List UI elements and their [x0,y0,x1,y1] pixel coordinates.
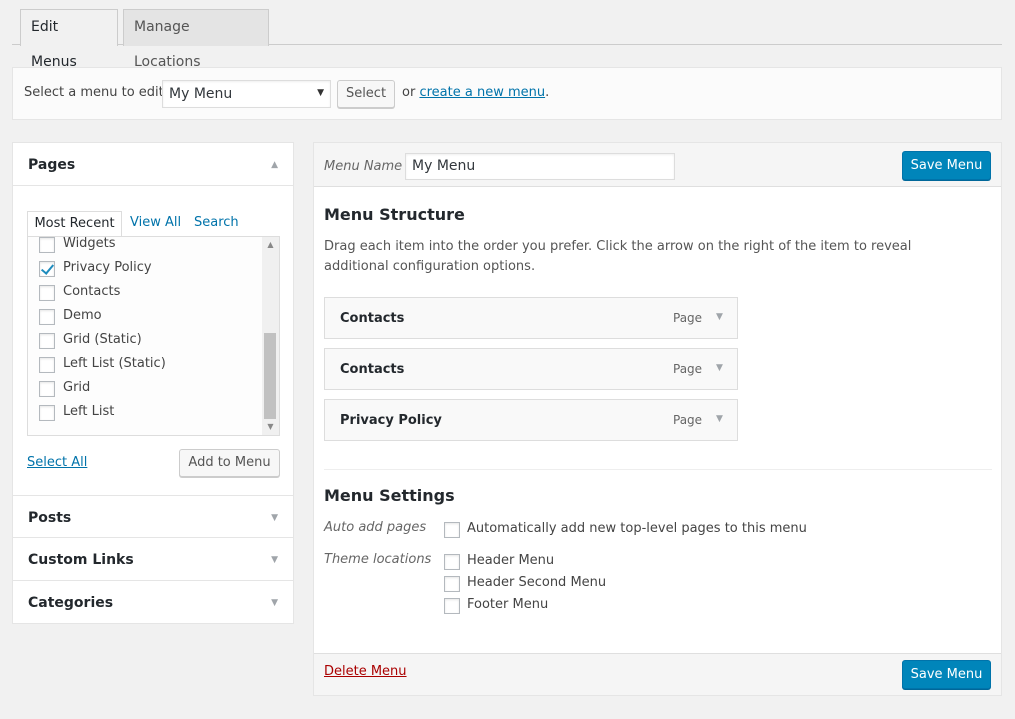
pages-subtabs: Most Recent View All Search [27,211,280,237]
scroll-down-arrow-icon[interactable]: ▼ [262,419,279,435]
posts-section-header[interactable]: Posts ▼ [13,495,293,538]
scroll-thumb[interactable] [264,333,276,419]
menu-editor-header: Menu Name My Menu Save Menu [314,143,1001,187]
pages-section-header[interactable]: Pages ▲ [13,143,293,186]
create-new-menu-link[interactable]: create a new menu [419,85,545,100]
checkbox[interactable] [39,381,55,397]
categories-section-header[interactable]: Categories ▼ [13,581,293,624]
categories-section-title: Categories [28,595,114,611]
checkbox[interactable] [444,576,460,592]
page-item-label: Widgets [63,236,116,251]
tab-view-all[interactable]: View All [130,211,181,237]
create-menu-text: or create a new menu. [402,85,549,100]
tab-manage-locations[interactable]: Manage Locations [123,9,269,70]
checkbox[interactable] [444,522,460,538]
expand-arrow-icon: ▼ [271,555,278,565]
expand-arrow-icon: ▼ [271,598,278,608]
checkbox[interactable] [39,237,55,253]
page-item-label: Privacy Policy [63,260,152,275]
location-label: Header Menu [467,553,555,568]
page-item-label: Contacts [63,284,121,299]
checkbox[interactable] [444,554,460,570]
menu-item-title: Contacts [340,311,405,326]
menu-select-value: My Menu [169,86,233,102]
period-text: . [545,85,550,100]
custom-links-section-header[interactable]: Custom Links ▼ [13,538,293,581]
menu-item-type: Page [673,413,703,427]
checkbox[interactable] [39,333,55,349]
save-menu-button-top[interactable]: Save Menu [902,151,991,180]
select-button[interactable]: Select [337,80,395,108]
custom-links-section-title: Custom Links [28,552,134,568]
expand-arrow-icon[interactable]: ▼ [716,363,723,373]
expand-arrow-icon: ▼ [271,513,278,523]
tab-most-recent[interactable]: Most Recent [27,211,122,237]
menu-item[interactable]: Contacts Page ▼ [324,297,738,339]
menu-structure-title: Menu Structure [324,205,465,224]
page-item-label: Grid [63,380,91,395]
pages-section-title: Pages [28,157,76,173]
save-menu-button-bottom[interactable]: Save Menu [902,660,991,689]
location-label: Footer Menu [467,597,549,612]
menu-name-input[interactable]: My Menu [405,153,675,180]
theme-locations-label: Theme locations [324,552,432,567]
page-item-label: Grid (Static) [63,332,142,347]
add-to-menu-button[interactable]: Add to Menu [179,449,280,477]
menu-structure-description: Drag each item into the order you prefer… [324,239,912,274]
menu-item[interactable]: Privacy Policy Page ▼ [324,399,738,441]
delete-menu-link[interactable]: Delete Menu [324,664,407,679]
pages-checklist: Widgets Privacy Policy Contacts Demo Gri… [27,236,280,436]
select-menu-bar: Select a menu to edit: My Menu ▼ Select … [12,67,1002,120]
checkbox[interactable] [39,405,55,421]
scroll-up-arrow-icon[interactable]: ▲ [262,237,279,253]
posts-section-title: Posts [28,510,72,526]
dropdown-arrow-icon: ▼ [317,88,324,98]
tab-search[interactable]: Search [194,211,239,237]
menu-item-title: Contacts [340,362,405,377]
menu-name-label: Menu Name [324,159,403,174]
page-item-label: Demo [63,308,102,323]
checkbox[interactable] [39,309,55,325]
menu-item[interactable]: Contacts Page ▼ [324,348,738,390]
page-item-label: Left List (Static) [63,356,166,371]
or-text: or [402,85,416,100]
menu-item-type: Page [673,311,703,325]
page-item-label: Left List [63,404,115,419]
menu-item-type: Page [673,362,703,376]
pages-scrollbar[interactable]: ▲ ▼ [262,237,279,435]
select-menu-label: Select a menu to edit: [24,85,169,100]
menu-select-dropdown[interactable]: My Menu ▼ [162,80,331,108]
menu-editor-panel: Menu Name My Menu Save Menu Menu Structu… [313,142,1002,696]
auto-add-pages-label: Auto add pages [324,520,427,535]
expand-arrow-icon[interactable]: ▼ [716,312,723,322]
auto-add-option-label: Automatically add new top-level pages to… [467,521,807,536]
location-label: Header Second Menu [467,575,607,590]
checkbox[interactable] [39,357,55,373]
checkbox[interactable] [444,598,460,614]
collapse-arrow-icon: ▲ [271,160,278,170]
settings-divider [324,469,992,470]
expand-arrow-icon[interactable]: ▼ [716,414,723,424]
select-all-link[interactable]: Select All [27,455,87,470]
menu-editor-footer: Delete Menu Save Menu [314,653,1001,695]
menu-item-title: Privacy Policy [340,413,442,428]
checkbox-checked[interactable] [39,261,55,277]
tab-edit-menus[interactable]: Edit Menus [20,9,118,70]
pages-section-body: Most Recent View All Search Widgets Priv… [13,187,293,495]
add-menu-items-accordion: Pages ▲ Most Recent View All Search Widg… [12,142,294,624]
checkbox[interactable] [39,285,55,301]
nav-tabs: Edit Menus Manage Locations [12,0,1002,70]
menu-settings-title: Menu Settings [324,486,455,505]
